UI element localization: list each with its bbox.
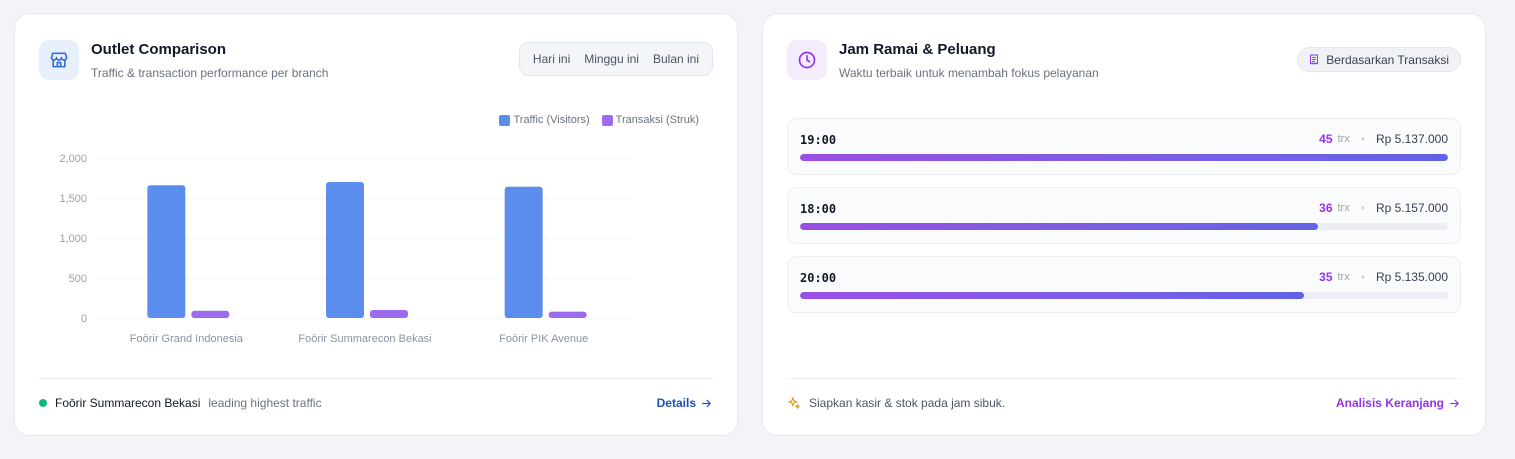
tab-today[interactable]: Hari ini: [526, 52, 577, 66]
period-segmented-control: Hari ini Minggu ini Bulan ini: [518, 42, 713, 76]
peak-hour-row[interactable]: 19:00 45 trx • Rp 5.137.000: [787, 118, 1461, 175]
traffic-bar: [147, 185, 186, 318]
traffic-bar: [326, 182, 364, 318]
basis-badge: Berdasarkan Transaksi: [1297, 47, 1461, 72]
transaksi-bar: [191, 310, 230, 318]
arrow-right-icon: [1450, 399, 1459, 407]
footer-divider: [787, 378, 1461, 379]
hour-trx-unit: trx: [1337, 133, 1350, 145]
hour-revenue: Rp 5.157.000: [1375, 201, 1448, 215]
traffic-bar: [504, 186, 543, 318]
hour-progress-fill: [800, 154, 1448, 161]
legend-label-traffic: Traffic (Visitors): [513, 114, 590, 126]
card-title: Jam Ramai & Peluang: [839, 41, 996, 58]
transaksi-bar: [370, 310, 408, 318]
hour-trx-unit: trx: [1337, 271, 1350, 283]
separator-dot: •: [1360, 132, 1365, 146]
footer-divider: [39, 378, 713, 379]
chart-legend: Traffic (Visitors) Transaksi (Struk): [499, 114, 699, 126]
hour-revenue: Rp 5.137.000: [1375, 132, 1448, 146]
hour-progress-fill: [800, 292, 1305, 299]
store-icon: [39, 40, 79, 80]
clock-icon: [787, 40, 827, 80]
hour-time: 18:00: [800, 202, 837, 216]
basis-badge-label: Berdasarkan Transaksi: [1326, 52, 1449, 67]
legend-label-transaksi: Transaksi (Struk): [615, 114, 699, 126]
hour-progress-track: [800, 154, 1448, 161]
leader-outlet-name: Foōrir Summarecon Bekasi: [55, 396, 201, 410]
tip-text: Siapkan kasir & stok pada jam sibuk.: [809, 396, 1006, 410]
outlet-bar-chart: 0 500 1,000 1,500 2,000 Foōrir Grand Indonesi…: [59, 153, 633, 345]
leader-text: leading highest traffic: [208, 396, 322, 410]
sparkle-icon: [788, 397, 800, 409]
hour-trx-unit: trx: [1337, 202, 1350, 214]
peak-hours-card: Jam Ramai & Peluang Waktu terbaik untuk …: [762, 13, 1486, 436]
x-tick-label: Foōrir PIK Avenue: [499, 333, 588, 345]
hour-trx-count: 45: [1319, 132, 1333, 146]
receipt-icon: [1310, 54, 1319, 65]
hour-trx-count: 36: [1319, 201, 1333, 215]
arrow-right-icon: [702, 399, 711, 407]
y-tick-label: 2,000: [59, 153, 87, 165]
transaksi-bar: [548, 311, 587, 318]
y-tick-label: 500: [69, 273, 87, 285]
peak-hour-row[interactable]: 18:00 36 trx • Rp 5.157.000: [787, 187, 1461, 244]
details-label: Details: [656, 396, 696, 410]
hour-progress-fill: [800, 223, 1319, 230]
y-tick-label: 1,000: [59, 233, 87, 245]
y-tick-label: 1,500: [59, 193, 87, 205]
peak-hour-row[interactable]: 20:00 35 trx • Rp 5.135.000: [787, 256, 1461, 313]
card-footer: Siapkan kasir & stok pada jam sibuk. Ana…: [787, 394, 1461, 412]
card-subtitle: Waktu terbaik untuk menambah fokus pelay…: [839, 66, 1099, 80]
basket-analysis-link[interactable]: Analisis Keranjang: [1336, 396, 1461, 410]
y-tick-label: 0: [81, 313, 87, 325]
basket-analysis-label: Analisis Keranjang: [1335, 396, 1444, 410]
separator-dot: •: [1360, 270, 1365, 284]
card-title: Outlet Comparison: [91, 41, 227, 58]
hour-time: 20:00: [800, 271, 837, 285]
hour-trx-count: 35: [1319, 270, 1333, 284]
separator-dot: •: [1360, 201, 1365, 215]
x-tick-label: Foōrir Summarecon Bekasi: [298, 333, 431, 345]
status-dot: [39, 399, 47, 407]
tab-this-month[interactable]: Bulan ini: [646, 52, 706, 66]
tab-this-week[interactable]: Minggu ini: [577, 52, 646, 66]
hour-progress-track: [800, 223, 1448, 230]
hour-time: 19:00: [800, 133, 837, 147]
legend-item-traffic[interactable]: Traffic (Visitors): [499, 114, 590, 126]
x-tick-label: Foōrir Grand Indonesia: [130, 333, 244, 345]
hour-revenue: Rp 5.135.000: [1375, 270, 1448, 284]
card-footer: Foōrir Summarecon Bekasi leading highest…: [39, 394, 713, 412]
card-subtitle: Traffic & transaction performance per br…: [91, 66, 329, 80]
legend-swatch-transaksi: [601, 114, 613, 126]
details-link[interactable]: Details: [657, 396, 713, 410]
legend-item-transaksi[interactable]: Transaksi (Struk): [601, 114, 699, 126]
hour-progress-track: [800, 292, 1448, 299]
outlet-comparison-card: Outlet Comparison Traffic & transaction …: [14, 13, 738, 436]
legend-swatch-traffic: [499, 114, 511, 126]
